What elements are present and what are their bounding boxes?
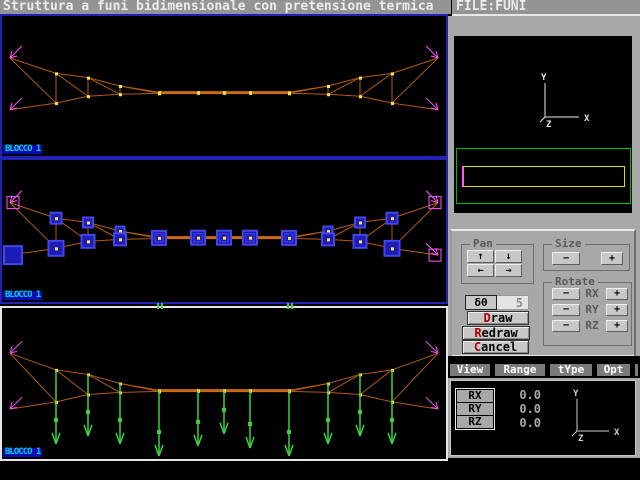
- axis-y-label: Y: [541, 73, 547, 83]
- delta-theta-button[interactable]: δθ: [465, 295, 497, 310]
- delta-theta-value-field[interactable]: 5: [497, 295, 529, 310]
- rotate-group: Rotate − RX + − RY + − RZ +: [543, 282, 632, 346]
- tab-range[interactable]: Range: [495, 364, 545, 376]
- tab-view[interactable]: View: [450, 364, 490, 376]
- rotate-ry-label: RY: [580, 304, 604, 316]
- rotate-rx-label: RX: [580, 288, 604, 300]
- load-tick: [287, 303, 289, 309]
- axis-x-label: X: [584, 114, 590, 124]
- size-plus-button[interactable]: +: [601, 252, 623, 265]
- size-group-title: Size: [552, 238, 585, 250]
- rotate-rz-plus-button[interactable]: +: [606, 320, 628, 332]
- tab-strip-filler: [635, 364, 638, 376]
- viewport-node-squares[interactable]: BLOCCO 1: [0, 158, 448, 304]
- control-panel: Pan ↑ ↓ ← → Size − + Rotate − RX +: [450, 229, 636, 357]
- application-window: Struttura a funi bidimensionale con pret…: [0, 0, 640, 480]
- pan-up-button[interactable]: ↑: [467, 250, 494, 263]
- rotate-ry-plus-button[interactable]: +: [606, 304, 628, 316]
- viewport-loads-active[interactable]: BLOCCO 1: [0, 306, 448, 461]
- file-indicator: FILE:FUNI: [452, 0, 640, 14]
- redraw-label: edraw: [482, 327, 518, 339]
- pan-group-title: Pan: [470, 238, 496, 250]
- redraw-button[interactable]: Redraw: [462, 326, 530, 340]
- cancel-hotkey: C: [474, 341, 481, 353]
- readout-rx-cell[interactable]: RX: [457, 390, 493, 402]
- page-title: Struttura a funi bidimensionale con pret…: [3, 0, 433, 14]
- rotate-rx-minus-button[interactable]: −: [552, 288, 580, 300]
- size-group: Size − +: [543, 244, 630, 271]
- pan-down-button[interactable]: ↓: [495, 250, 522, 263]
- pan-group: Pan ↑ ↓ ← →: [461, 244, 534, 284]
- draw-button[interactable]: Draw: [467, 311, 529, 325]
- title-bar: Struttura a funi bidimensionale con pret…: [0, 0, 451, 14]
- viewport-label: BLOCCO 1: [3, 145, 42, 154]
- axis-indicator: Y Z X: [524, 71, 604, 141]
- structure-loads-canvas: [2, 308, 446, 459]
- axis-x-label: X: [614, 428, 620, 438]
- rotate-rx-plus-button[interactable]: +: [606, 288, 628, 300]
- load-tick: [161, 303, 163, 309]
- window-extent-box: [456, 148, 631, 204]
- rotate-rz-label: RZ: [580, 320, 604, 332]
- file-name-label: FILE:FUNI: [456, 0, 526, 14]
- axis-indicator: Y Z X: [559, 387, 633, 451]
- pan-button-grid: ↑ ↓ ← →: [467, 250, 522, 277]
- cancel-label: ancel: [481, 341, 517, 353]
- axis-z-label: Z: [546, 120, 552, 130]
- cancel-button[interactable]: Cancel: [462, 340, 529, 354]
- readout-ry-cell[interactable]: RY: [457, 403, 493, 415]
- model-extent-box: [462, 166, 625, 187]
- tab-opt[interactable]: Opt: [597, 364, 630, 376]
- rotate-ry-minus-button[interactable]: −: [552, 304, 580, 316]
- readout-rz-value: 0.0: [503, 417, 541, 430]
- load-tick: [291, 303, 293, 309]
- structure-wireframe-canvas: [2, 16, 446, 156]
- pan-left-button[interactable]: ←: [467, 264, 494, 277]
- tab-type[interactable]: tYpe: [550, 364, 592, 376]
- readout-ry-value: 0.0: [503, 403, 541, 416]
- viewport-label: BLOCCO 1: [3, 291, 42, 300]
- rotation-readout-group: RX RY RZ: [455, 388, 495, 430]
- readout-rz-cell[interactable]: RZ: [457, 416, 493, 428]
- rotate-rz-minus-button[interactable]: −: [552, 320, 580, 332]
- rotation-readout-panel: RX RY RZ 0.0 0.0 0.0 Y Z X: [450, 380, 636, 456]
- size-minus-button[interactable]: −: [552, 252, 580, 265]
- axis-y-label: Y: [573, 389, 579, 399]
- pan-right-button[interactable]: →: [495, 264, 522, 277]
- viewport-label: BLOCCO 1: [3, 448, 42, 457]
- draw-label: raw: [491, 312, 513, 324]
- load-tick: [157, 303, 159, 309]
- side-panel: Y Z X Pan ↑ ↓ ← → Size −: [448, 16, 640, 458]
- readout-rx-value: 0.0: [503, 389, 541, 402]
- draw-hotkey: D: [484, 312, 491, 324]
- tab-strip: View Range tYpe Opt: [448, 356, 640, 378]
- structure-nodes-canvas: [2, 160, 446, 302]
- redraw-hotkey: R: [474, 327, 481, 339]
- axis-z-label: Z: [578, 434, 584, 444]
- delta-theta-row: δθ 5: [465, 295, 529, 310]
- preview-display: Y Z X: [454, 36, 632, 213]
- viewport-wireframe[interactable]: BLOCCO 1: [0, 14, 448, 158]
